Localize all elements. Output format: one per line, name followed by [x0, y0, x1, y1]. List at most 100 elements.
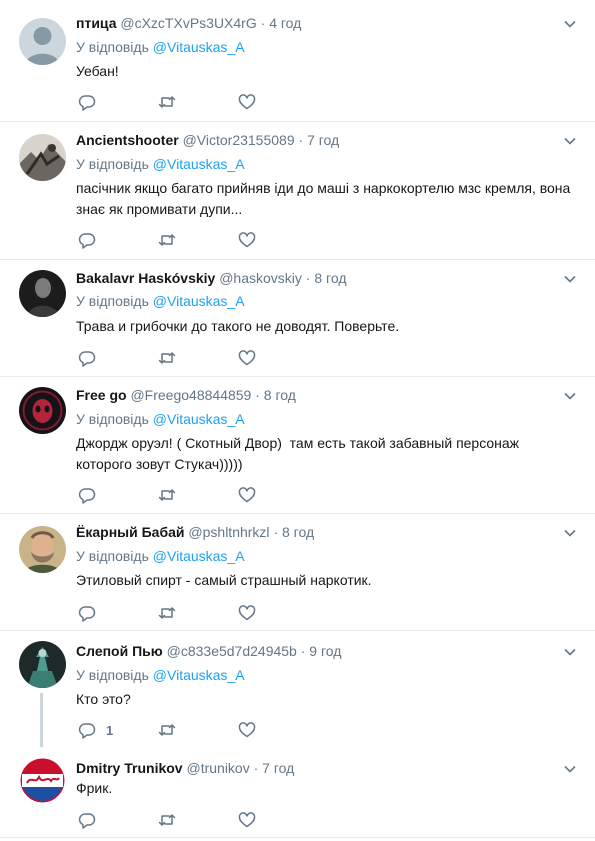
retweet-button[interactable] [158, 485, 176, 505]
reply-icon [78, 723, 96, 739]
tweet-text-line: Уебан! [76, 63, 119, 79]
reply-icon [78, 233, 96, 249]
avatar[interactable] [19, 387, 66, 434]
avatar[interactable] [19, 526, 66, 573]
retweet-icon [158, 607, 176, 619]
tweet-text-line: Джордж оруэл! ( Скотный Двор) там есть т… [76, 435, 520, 451]
like-button[interactable] [238, 230, 256, 250]
reply-button[interactable] [78, 603, 106, 623]
heart-icon [238, 605, 256, 621]
tweet-3[interactable]: Bakalavr Haskóvskiy @haskovskiy · 8 год … [0, 260, 595, 377]
tweet-text-line: Трава и грибочки до такого не доводят. П… [76, 318, 400, 334]
tweet-text-line: Фрик. [76, 780, 113, 796]
tweet-4[interactable]: Free go @Freego48844859 · 8 год У відпов… [0, 377, 595, 514]
display-name[interactable]: Dmitry Trunikov [76, 760, 183, 776]
reply-mention-link[interactable]: @Vitauskas_A [153, 293, 245, 309]
timestamp[interactable]: 7 год [262, 760, 294, 776]
timestamp[interactable]: 4 год [269, 15, 301, 31]
user-handle[interactable]: @Freego48844859 [130, 387, 251, 403]
reply-button[interactable] [78, 230, 106, 250]
tweet-header: Ёкарный Бабай @pshltnhrkzl · 8 год [76, 523, 555, 541]
retweet-button[interactable] [158, 810, 176, 830]
user-handle[interactable]: @trunikov [186, 760, 249, 776]
user-handle[interactable]: @pshltnhrkzl [188, 524, 269, 540]
reply-icon [78, 488, 96, 504]
chevron-down-icon[interactable] [563, 389, 577, 403]
reply-mention-link[interactable]: @Vitauskas_A [153, 548, 245, 564]
like-button[interactable] [238, 603, 256, 623]
display-name[interactable]: Ёкарный Бабай [76, 524, 185, 540]
heart-icon [238, 350, 256, 366]
like-button[interactable] [238, 485, 256, 505]
retweet-icon [158, 724, 176, 736]
retweet-button[interactable] [158, 230, 176, 250]
display-name[interactable]: Bakalavr Haskóvskiy [76, 270, 215, 286]
reply-mention-link[interactable]: @Vitauskas_A [153, 39, 245, 55]
pepsi-cola-logo-icon [19, 757, 66, 804]
tweet-text-line: Кто это? [76, 691, 131, 707]
like-button[interactable] [238, 720, 256, 740]
like-button[interactable] [238, 348, 256, 368]
timestamp[interactable]: 8 год [314, 270, 346, 286]
separator: · [255, 387, 260, 403]
timestamp[interactable]: 7 год [307, 132, 339, 148]
retweet-button[interactable] [158, 92, 176, 112]
heart-icon [238, 812, 256, 828]
avatar[interactable] [19, 757, 66, 804]
tweet-6[interactable]: Слепой Пью @c833e5d7d24945b · 9 год У ві… [0, 631, 595, 747]
tweet-7[interactable]: Dmitry Trunikov @trunikov · 7 год Фрик. [0, 747, 595, 838]
retweet-icon [158, 814, 176, 826]
chevron-down-icon[interactable] [563, 17, 577, 31]
display-name[interactable]: Слепой Пью [76, 643, 163, 659]
display-name[interactable]: птица [76, 15, 116, 31]
chevron-down-icon[interactable] [563, 526, 577, 540]
tweet-1[interactable]: птица @cXzcTXvPs3UX4rG · 4 год У відпові… [0, 0, 595, 122]
like-button[interactable] [238, 810, 256, 830]
retweet-button[interactable] [158, 348, 176, 368]
reply-mention-link[interactable]: @Vitauskas_A [153, 411, 245, 427]
display-name[interactable]: Free go [76, 387, 127, 403]
reply-button[interactable] [78, 92, 106, 112]
chevron-down-icon[interactable] [563, 645, 577, 659]
retweet-icon [158, 489, 176, 501]
retweet-button[interactable] [158, 603, 176, 623]
chevron-down-icon[interactable] [563, 272, 577, 286]
heart-icon [238, 94, 256, 110]
reply-button[interactable] [78, 485, 106, 505]
timestamp[interactable]: 9 год [309, 643, 341, 659]
tweet-text: Уебан! [76, 61, 579, 82]
reply-mention-link[interactable]: @Vitauskas_A [153, 667, 245, 683]
reply-button[interactable] [78, 810, 106, 830]
tweet-text-line: знає як промивати дупи... [76, 201, 243, 217]
retweet-icon [158, 234, 176, 246]
reply-context: У відповідь @Vitauskas_A [76, 155, 245, 173]
timestamp[interactable]: 8 год [264, 387, 296, 403]
reply-context: У відповідь @Vitauskas_A [76, 666, 245, 684]
display-name[interactable]: Ancientshooter [76, 132, 179, 148]
reply-button[interactable] [78, 348, 106, 368]
avatar[interactable] [19, 641, 66, 688]
tweet-header: птица @cXzcTXvPs3UX4rG · 4 год [76, 14, 555, 32]
avatar[interactable] [19, 270, 66, 317]
avatar[interactable] [19, 134, 66, 181]
tweet-5[interactable]: Ёкарный Бабай @pshltnhrkzl · 8 год У від… [0, 514, 595, 631]
chevron-down-icon[interactable] [563, 134, 577, 148]
tweet-text-line: пасічник якщо багато прийняв іди до маші… [76, 180, 571, 196]
separator: · [260, 15, 266, 31]
user-handle[interactable]: @cXzcTXvPs3UX4rG [120, 15, 256, 31]
tweet-2[interactable]: Ancientshooter @Victor23155089 · 7 год У… [0, 122, 595, 260]
user-handle[interactable]: @c833e5d7d24945b [167, 643, 297, 659]
tweet-text: Трава и грибочки до такого не доводят. П… [76, 316, 579, 337]
retweet-button[interactable] [158, 720, 176, 740]
user-handle[interactable]: @haskovskiy [219, 270, 302, 286]
user-handle[interactable]: @Victor23155089 [183, 132, 295, 148]
reply-mention-link[interactable]: @Vitauskas_A [153, 156, 245, 172]
reply-button[interactable]: 1 [78, 720, 113, 740]
avatar[interactable] [19, 18, 66, 65]
separator: · [305, 270, 311, 286]
like-button[interactable] [238, 92, 256, 112]
timestamp[interactable]: 8 год [282, 524, 314, 540]
tweet-text-line: которого зовут Стукач))))) [76, 456, 243, 472]
sketch-photo-icon [19, 134, 66, 181]
chevron-down-icon[interactable] [563, 762, 577, 776]
